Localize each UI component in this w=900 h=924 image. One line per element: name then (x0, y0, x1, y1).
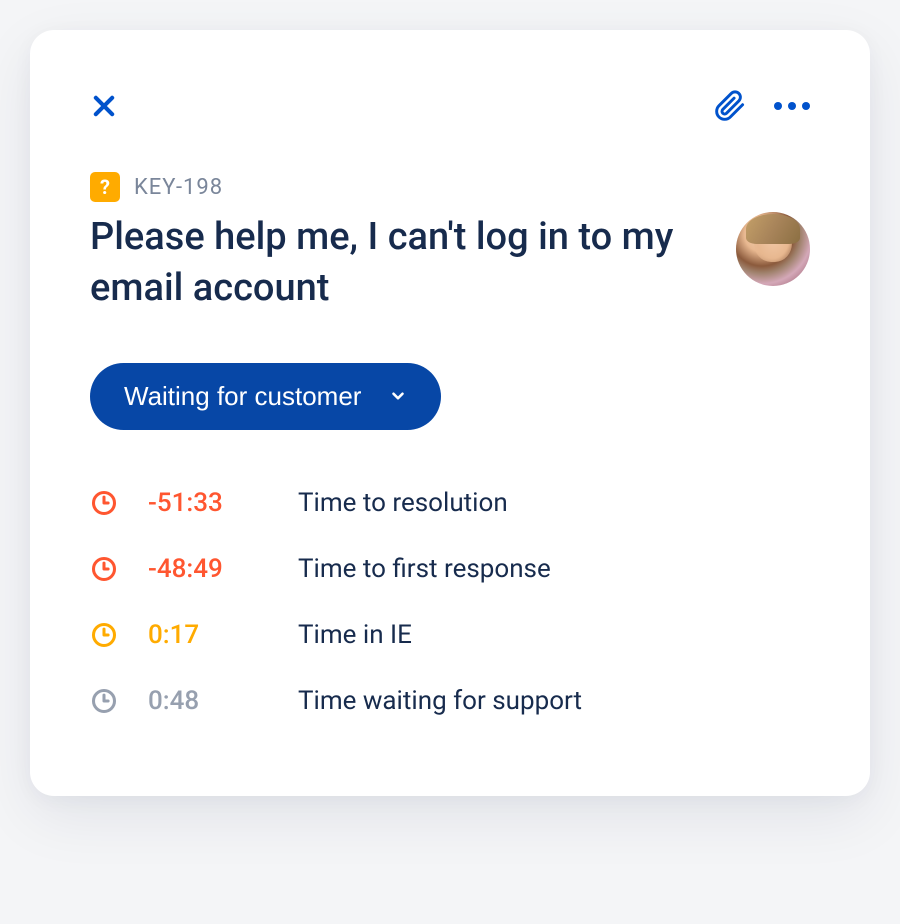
sla-time: 0:48 (148, 686, 298, 716)
status-button[interactable]: Waiting for customer (90, 363, 441, 430)
sla-row: 0:48Time waiting for support (90, 686, 810, 716)
clock-icon (90, 621, 118, 649)
sla-time: -51:33 (148, 488, 298, 518)
clock-icon (90, 555, 118, 583)
clock-icon (90, 489, 118, 517)
sla-row: -51:33Time to resolution (90, 488, 810, 518)
sla-list: -51:33Time to resolution -48:49Time to fi… (90, 488, 810, 716)
header-right (714, 90, 810, 122)
sla-row: 0:17Time in IE (90, 620, 810, 650)
header-left (90, 92, 118, 120)
issue-key[interactable]: KEY-198 (134, 175, 223, 200)
card-header (90, 90, 810, 122)
clock-icon (90, 687, 118, 715)
title-row: Please help me, I can't log in to my ema… (90, 212, 810, 315)
sla-label: Time to resolution (298, 488, 508, 518)
issue-title: Please help me, I can't log in to my ema… (90, 212, 712, 315)
sla-time: 0:17 (148, 620, 298, 650)
sla-label: Time in IE (298, 620, 412, 650)
more-icon[interactable] (774, 102, 810, 110)
sla-row: -48:49Time to first response (90, 554, 810, 584)
chevron-down-icon (389, 387, 407, 405)
attachment-icon[interactable] (714, 90, 746, 122)
close-icon[interactable] (90, 92, 118, 120)
avatar[interactable] (736, 212, 810, 286)
status-label: Waiting for customer (124, 381, 361, 412)
sla-time: -48:49 (148, 554, 298, 584)
issue-type-icon: ? (90, 172, 120, 202)
issue-key-row: ? KEY-198 (90, 172, 810, 202)
issue-card: ? KEY-198 Please help me, I can't log in… (30, 30, 870, 796)
sla-label: Time waiting for support (298, 686, 582, 716)
sla-label: Time to first response (298, 554, 551, 584)
